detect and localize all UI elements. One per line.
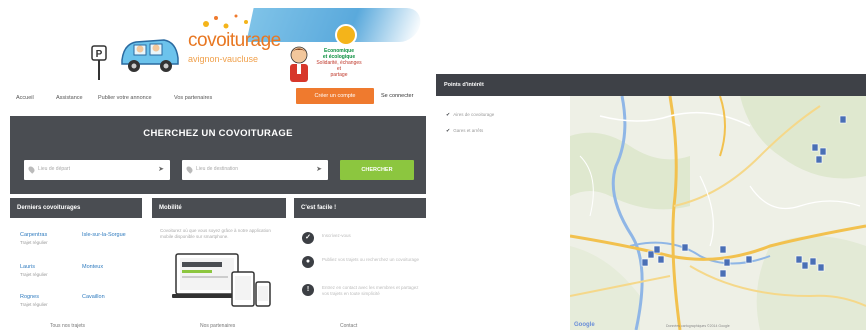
footer-link[interactable]: Tous nos trajets (50, 323, 85, 329)
ride-city: Lauris (20, 264, 35, 270)
logo-tagline: Economique et écologique Solidarité, éch… (316, 48, 362, 78)
departure-placeholder: Lieu de départ (38, 166, 70, 172)
tagline-line4: partage (330, 72, 348, 78)
tagline-line3: Solidarité, échanges et (316, 60, 362, 72)
ride-city: Isle-sur-la-Sorgue (82, 232, 126, 238)
map-marker-icon[interactable] (723, 258, 731, 267)
create-account-button[interactable]: Créer un compte (296, 88, 374, 104)
devices-illustration-icon (172, 253, 271, 307)
footer-link[interactable]: Contact (340, 323, 357, 329)
login-link[interactable]: Se connecter (381, 93, 413, 99)
search-button[interactable]: CHERCHER (340, 160, 414, 180)
ride-type: Trajet régulier (20, 240, 48, 245)
nav-partners[interactable]: Vos partenaires (174, 95, 212, 101)
map-marker-icon[interactable] (719, 245, 727, 254)
ride-item[interactable]: Carpentras Trajet régulier (20, 232, 48, 246)
map-copyright: Données cartographiques ©2014 Google (666, 324, 730, 328)
poi-map-screenshot: Points d'intérêt ✔ Aires de covoiturage ✔… (436, 0, 866, 330)
check-icon: ✔ (446, 128, 451, 134)
homepage-screenshot: P covoiturage avignon-vaucluse Economiqu… (0, 0, 436, 330)
ride-city: Monteux (82, 264, 104, 270)
car-illustration-icon (121, 39, 179, 72)
map-marker-icon[interactable] (647, 250, 655, 259)
search-title: CHERCHEZ UN COVOITURAGE (143, 128, 293, 139)
ride-city: Carpentras (20, 232, 48, 238)
departure-input[interactable]: Lieu de départ ➤ (24, 160, 170, 180)
easy-step-text: Entrez en contact avec les membres et pa… (322, 285, 419, 296)
map-marker-icon[interactable] (681, 243, 689, 252)
brand-wordmark: covoiturage avignon-vaucluse (188, 30, 281, 68)
map-marker-icon[interactable] (839, 115, 847, 124)
map-marker-icon[interactable] (817, 263, 825, 272)
ride-item[interactable]: Lauris Trajet régulier (20, 264, 48, 278)
location-pin-icon (185, 165, 194, 174)
check-icon: ✓ (302, 232, 314, 244)
easy-heading: C'est facile ! (294, 198, 426, 218)
ride-city: Rognes (20, 294, 39, 300)
map-marker-icon[interactable] (719, 269, 727, 278)
brand-line2: avignon-vaucluse (188, 54, 259, 64)
info-icon: ! (302, 284, 314, 296)
ride-type: Trajet régulier (20, 272, 48, 277)
poi-map[interactable]: Google Données cartographiques ©2014 Goo… (570, 96, 866, 330)
search-panel: CHERCHEZ UN COVOITURAGE Lieu de départ ➤… (10, 116, 426, 194)
map-marker-icon[interactable] (809, 257, 817, 266)
map-marker-icon[interactable] (811, 143, 819, 152)
poi-filter-stations[interactable]: ✔ Gares et arrêts (446, 128, 483, 134)
ride-item[interactable]: Isle-sur-la-Sorgue (82, 232, 126, 239)
mascot-icon (290, 46, 308, 82)
easy-step-text: Inscrivez-vous (322, 233, 351, 238)
ride-item[interactable]: Rognes Trajet régulier (20, 294, 48, 308)
svg-text:P: P (96, 49, 103, 60)
easy-step-text: Publiez vos trajets ou recherchez un cov… (322, 257, 420, 262)
location-pin-icon (27, 165, 36, 174)
nav-assistance[interactable]: Assistance (56, 95, 83, 101)
map-marker-icon[interactable] (795, 255, 803, 264)
destination-input[interactable]: Lieu de destination ➤ (182, 160, 328, 180)
map-marker-icon[interactable] (653, 245, 661, 254)
locate-arrow-icon[interactable]: ➤ (158, 166, 164, 174)
map-canvas[interactable] (570, 96, 866, 330)
map-marker-icon[interactable] (801, 261, 809, 270)
ride-type: Trajet régulier (20, 302, 48, 307)
mobility-description: Covoiturez où que vous soyez grâce à not… (160, 228, 271, 239)
road-sign-icon: P (91, 45, 107, 80)
nav-publish[interactable]: Publier votre annonce (98, 95, 152, 101)
destination-placeholder: Lieu de destination (196, 166, 238, 172)
site-logo[interactable]: P covoiturage avignon-vaucluse Economiqu… (90, 4, 424, 86)
locate-arrow-icon[interactable]: ➤ (316, 166, 322, 174)
brand-line1: covoiturage (188, 30, 281, 51)
footer-links: Tous nos trajets Nos partenaires Contact (30, 322, 410, 330)
pin-icon: ● (302, 256, 314, 268)
poi-header-bar: Points d'intérêt (436, 74, 866, 96)
sun-icon (335, 24, 357, 46)
ride-item[interactable]: Cavaillon (82, 294, 105, 301)
ride-city: Cavaillon (82, 294, 105, 300)
map-marker-icon[interactable] (745, 255, 753, 264)
poi-title: Points d'intérêt (444, 82, 484, 88)
check-icon: ✔ (446, 112, 451, 118)
poi-filter-carpool[interactable]: ✔ Aires de covoiturage (446, 112, 494, 118)
map-marker-icon[interactable] (641, 258, 649, 267)
map-marker-icon[interactable] (815, 155, 823, 164)
nav-home[interactable]: Accueil (16, 95, 34, 101)
map-marker-icon[interactable] (819, 147, 827, 156)
poi-filter-label: Aires de covoiturage (453, 112, 495, 117)
latest-rides-heading: Derniers covoiturages (10, 198, 142, 218)
map-marker-icon[interactable] (657, 255, 665, 264)
poi-filter-label: Gares et arrêts (453, 128, 484, 133)
confetti-dots-icon (203, 14, 248, 29)
ride-item[interactable]: Monteux (82, 264, 103, 271)
poi-filter-list: ✔ Aires de covoiturage ✔ Gares et arrêts (436, 96, 570, 330)
mobility-heading: Mobilité (152, 198, 286, 218)
google-logo: Google (574, 322, 595, 328)
footer-link[interactable]: Nos partenaires (200, 323, 235, 329)
